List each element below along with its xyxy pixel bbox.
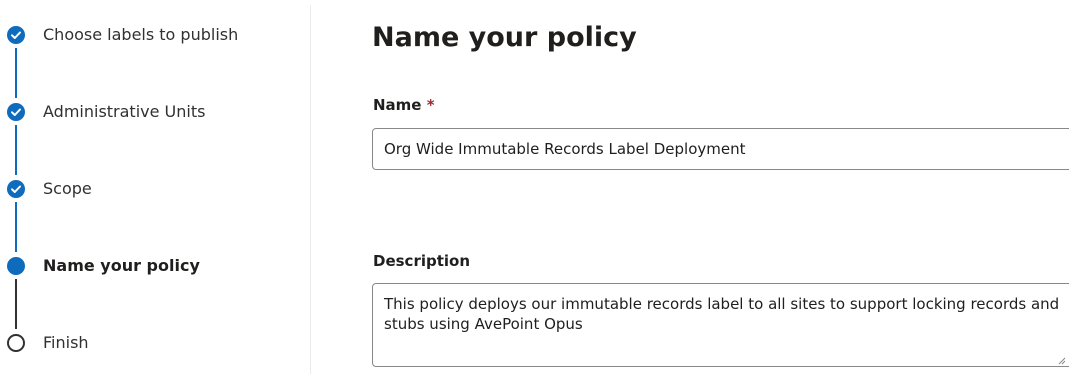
step-name-your-policy[interactable]: Name your policy <box>0 251 300 281</box>
filled-circle-icon <box>7 257 25 275</box>
policy-name-input[interactable] <box>372 128 1069 170</box>
main-panel: Name your policy Name * Description This… <box>372 0 1069 374</box>
required-marker: * <box>426 96 435 114</box>
resize-grip-icon[interactable] <box>1056 355 1066 365</box>
step-connector <box>15 202 17 252</box>
step-label: Scope <box>43 179 92 198</box>
name-field-label: Name * <box>373 95 435 115</box>
step-administrative-units[interactable]: Administrative Units <box>0 97 300 127</box>
wizard-stepper: Choose labels to publish Administrative … <box>0 0 310 374</box>
step-label: Choose labels to publish <box>43 25 239 44</box>
page-title: Name your policy <box>372 22 637 53</box>
panel-divider <box>310 5 311 374</box>
step-connector <box>15 279 17 329</box>
checkmark-circle-icon <box>7 26 25 44</box>
step-choose-labels[interactable]: Choose labels to publish <box>0 20 300 50</box>
step-scope[interactable]: Scope <box>0 174 300 204</box>
step-label: Name your policy <box>43 256 200 275</box>
step-label: Finish <box>43 333 89 352</box>
step-connector <box>15 125 17 175</box>
name-label-text: Name <box>373 96 422 114</box>
step-label: Administrative Units <box>43 102 206 121</box>
empty-circle-icon <box>7 334 25 352</box>
step-connector <box>15 48 17 98</box>
policy-description-textarea[interactable]: This policy deploys our immutable record… <box>372 283 1069 367</box>
step-finish[interactable]: Finish <box>0 328 300 358</box>
description-field-label: Description <box>373 252 471 270</box>
checkmark-circle-icon <box>7 103 25 121</box>
checkmark-circle-icon <box>7 180 25 198</box>
